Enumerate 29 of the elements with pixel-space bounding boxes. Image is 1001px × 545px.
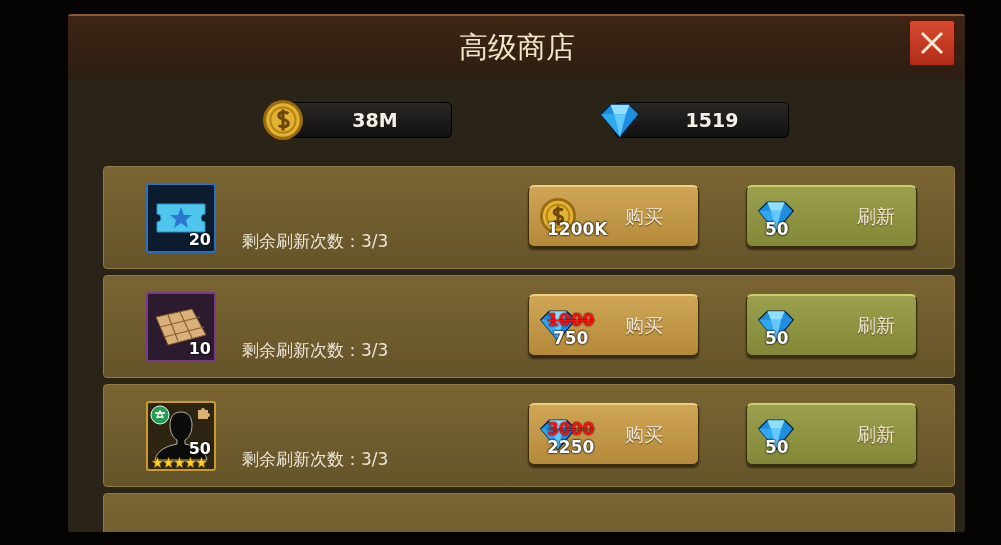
item-count: 50 bbox=[188, 439, 211, 458]
refresh-cost: 50 bbox=[765, 436, 789, 457]
close-button[interactable] bbox=[909, 20, 955, 66]
price: 2250 bbox=[547, 436, 595, 457]
emblem-icon bbox=[150, 405, 170, 425]
item-slot[interactable]: 10 bbox=[146, 292, 216, 362]
puzzle-piece-icon bbox=[197, 406, 211, 420]
star-icon bbox=[174, 457, 185, 468]
item-slot[interactable]: 50 bbox=[146, 401, 216, 471]
item-slot[interactable]: 20 bbox=[146, 183, 216, 253]
price: 1200K bbox=[547, 218, 608, 239]
coin-icon bbox=[262, 99, 304, 141]
star-icon bbox=[163, 457, 174, 468]
item-count: 10 bbox=[188, 339, 211, 358]
price: 750 bbox=[552, 327, 589, 348]
star-icon bbox=[152, 457, 163, 468]
remaining-refreshes: 剩余刷新次数：3/3 bbox=[242, 448, 390, 471]
refresh-cost: 50 bbox=[765, 327, 789, 348]
star-icon bbox=[196, 457, 207, 468]
star-icon bbox=[185, 457, 196, 468]
refresh-button[interactable]: 50 刷新 bbox=[746, 185, 917, 247]
item-count: 20 bbox=[188, 230, 211, 249]
refresh-cost: 50 bbox=[765, 218, 789, 239]
refresh-button[interactable]: 50 刷新 bbox=[746, 403, 917, 465]
remaining-refreshes: 剩余刷新次数：3/3 bbox=[242, 230, 390, 253]
refresh-button[interactable]: 50 刷新 bbox=[746, 294, 917, 356]
remaining-refreshes: 剩余刷新次数：3/3 bbox=[242, 339, 390, 362]
buy-button[interactable]: 1200K 购买 bbox=[528, 185, 699, 247]
close-icon bbox=[919, 30, 945, 56]
